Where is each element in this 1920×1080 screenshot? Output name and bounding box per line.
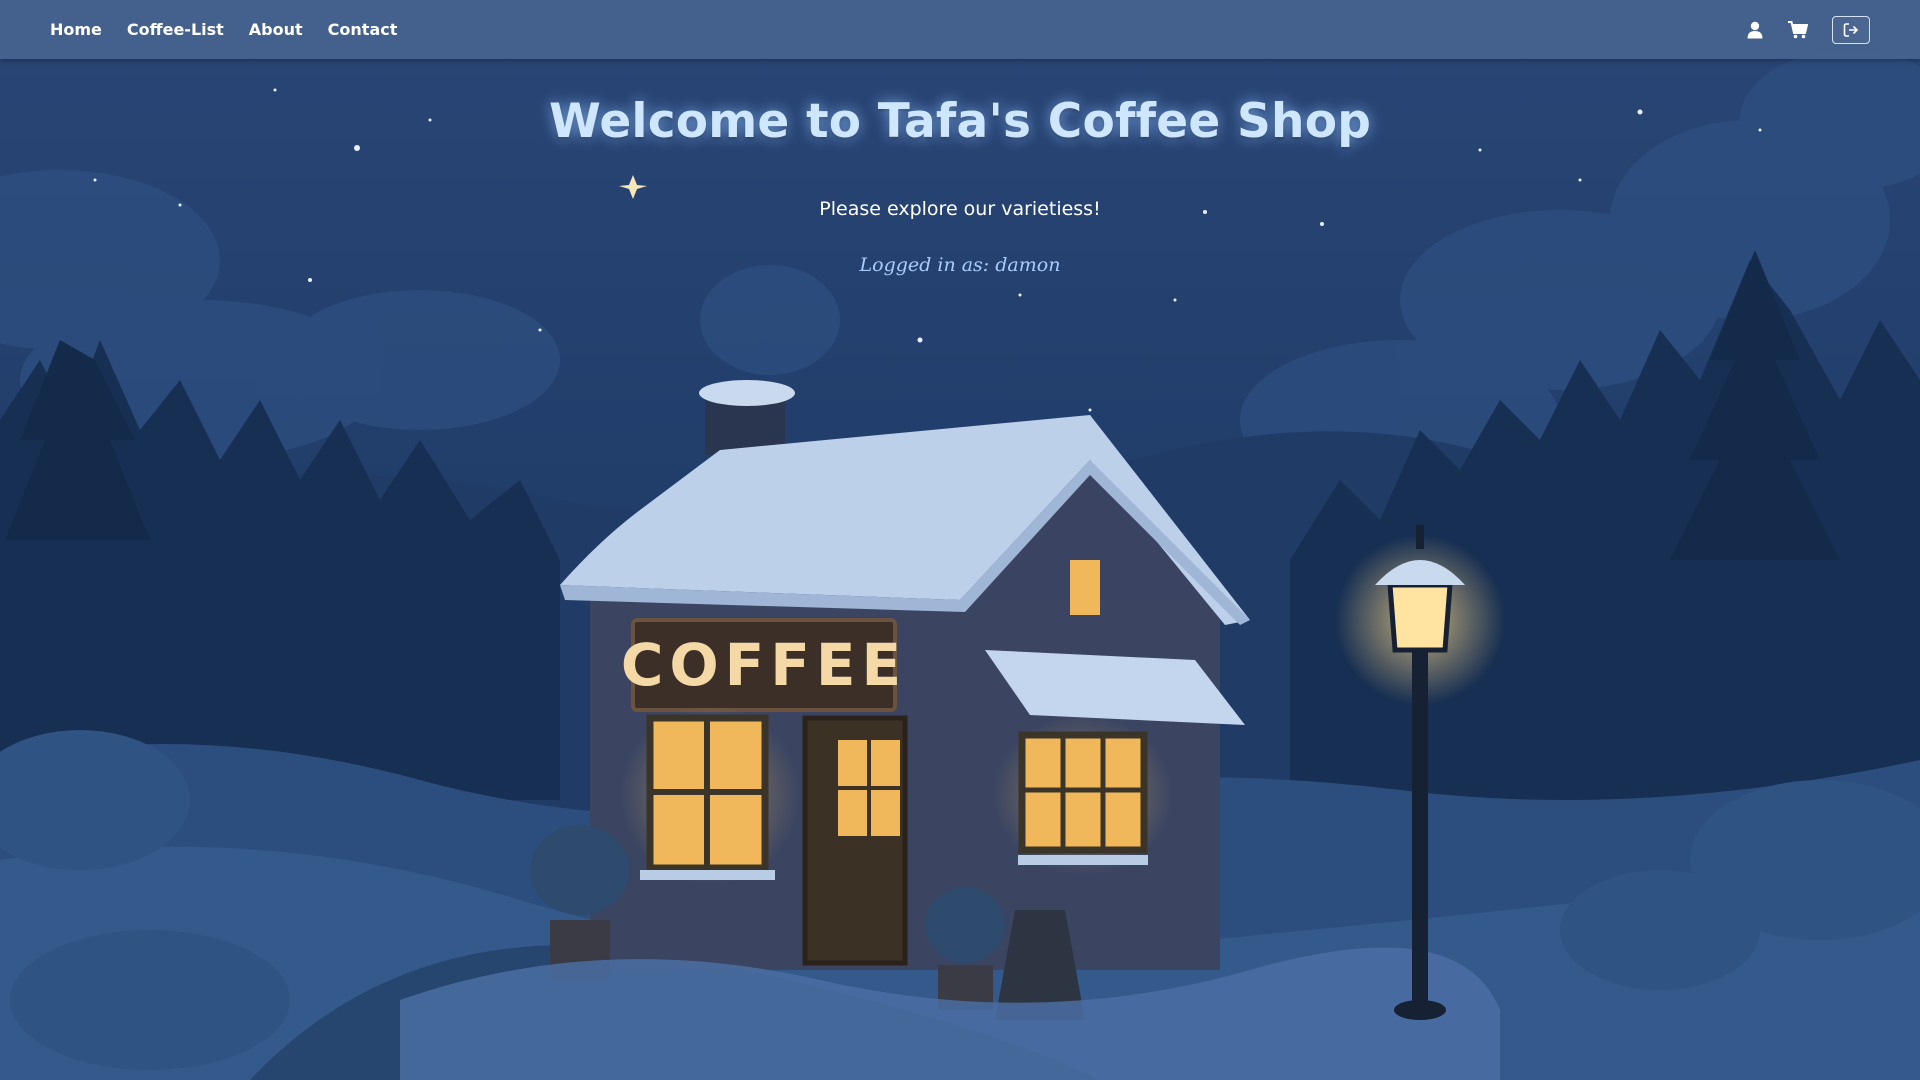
cart-icon[interactable] <box>1788 20 1808 39</box>
logout-icon <box>1843 22 1859 37</box>
night-scene-background: COFFEE <box>0 0 1920 1080</box>
nav-icons <box>1746 0 1870 59</box>
logged-in-user: Logged in as: damon <box>859 254 1061 276</box>
nav-coffee-list-link[interactable]: Coffee-List <box>127 20 224 39</box>
coffee-sign: COFFEE <box>621 631 907 699</box>
page-title: Welcome to Tafa's Coffee Shop <box>548 94 1372 149</box>
nav-about-link[interactable]: About <box>249 20 303 39</box>
hero-subtitle: Please explore our varietiess! <box>819 198 1101 220</box>
user-icon[interactable] <box>1746 21 1764 39</box>
nav-contact-link[interactable]: Contact <box>328 20 398 39</box>
nav-links: Home Coffee-List About Contact <box>50 0 397 59</box>
nav-home-link[interactable]: Home <box>50 20 102 39</box>
top-navbar: Home Coffee-List About Contact <box>0 0 1920 59</box>
logout-button[interactable] <box>1832 15 1870 44</box>
